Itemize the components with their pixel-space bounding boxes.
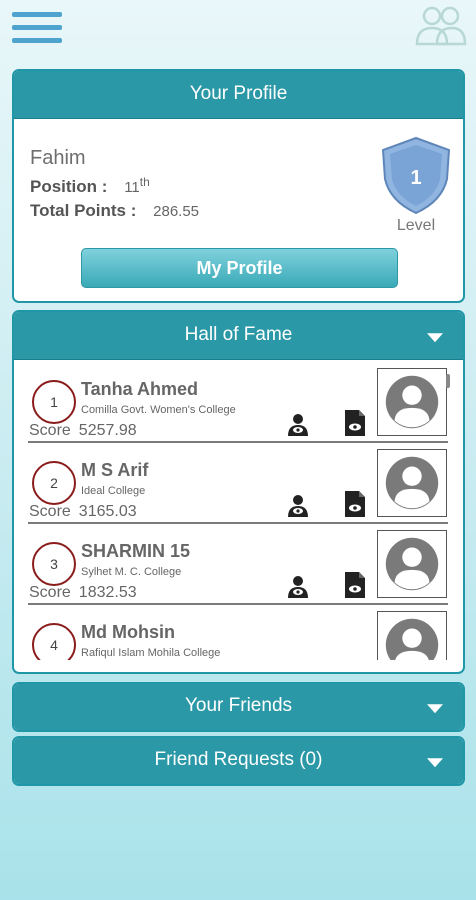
my-profile-button[interactable]: My Profile [81,248,398,288]
menu-line [12,12,62,17]
view-document-icon[interactable] [344,490,366,518]
user-score: Score 5257.98 [29,422,137,440]
user-score: Score 1832.53 [29,584,137,602]
user-name: Md Mohsin [81,622,175,642]
profile-name: Fahim [30,147,86,169]
score-label: Score [29,422,71,439]
view-document-icon[interactable] [344,409,366,437]
hamburger-menu-icon[interactable] [12,10,62,44]
user-college: Comilla Govt. Women's College [81,404,236,416]
friend-requests-title: Friend Requests (0) [154,749,323,770]
view-user-icon[interactable] [287,494,309,518]
level-value: 1 [410,167,421,189]
view-user-icon[interactable] [287,413,309,437]
view-document-icon[interactable] [344,571,366,599]
score-value: 3165.03 [78,503,137,520]
score-value: 5257.98 [78,422,137,439]
hall-of-fame-card: Hall of Fame 1 Tanha Ahmed Comilla Govt. W… [12,310,465,674]
user-name: M S Arif [81,460,149,480]
position-value: 11th [124,175,150,196]
user-name: SHARMIN 15 [81,541,191,561]
scrollbar-thumb[interactable] [446,374,450,388]
user-college: Ideal College [81,485,146,497]
view-user-icon[interactable] [287,575,309,599]
hall-of-fame-title: Hall of Fame [184,324,293,345]
points-row: Total Points : 286.55 [30,201,199,221]
menu-line [12,25,62,30]
chevron-down-icon [427,704,443,714]
top-bar [0,0,476,56]
rank-badge: 2 [32,461,76,505]
rank-badge: 4 [32,623,76,660]
user-name: Tanha Ahmed [81,379,199,399]
profile-card: Your Profile Fahim Position : 11th Total… [12,69,465,303]
position-row: Position : 11th [30,175,150,197]
avatar-placeholder-icon[interactable] [377,368,447,436]
chevron-down-icon [427,758,443,768]
hall-of-fame-row[interactable]: 1 Tanha Ahmed Comilla Govt. Women's Colleg… [14,362,463,443]
user-college: Rafiqul Islam Mohila College [81,647,221,659]
level-label: Level [396,217,436,234]
points-label: Total Points : [30,201,137,220]
friends-group-icon[interactable] [413,4,467,48]
points-value: 286.55 [153,203,200,220]
hall-of-fame-list[interactable]: 1 Tanha Ahmed Comilla Govt. Women's Colleg… [14,362,463,660]
level-shield-icon: 1 [381,136,451,215]
hall-of-fame-row[interactable]: 4 Md Mohsin Rafiqul Islam Mohila College [14,605,463,660]
friend-requests-header[interactable]: Friend Requests (0) [14,738,463,784]
avatar-placeholder-icon[interactable] [377,611,447,660]
user-college: Sylhet M. C. College [81,566,182,578]
profile-card-header: Your Profile [14,71,463,119]
friend-requests-card: Friend Requests (0) [12,736,465,786]
user-score: Score 3165.03 [29,503,137,521]
score-label: Score [29,584,71,601]
score-label: Score [29,503,71,520]
hall-of-fame-row[interactable]: 2M S Arif Ideal College Score 3165.03 [14,443,463,524]
friends-title: Your Friends [184,695,293,716]
hall-of-fame-header[interactable]: Hall of Fame [14,312,463,360]
menu-line [12,38,62,43]
position-label: Position : [30,177,108,196]
rank-badge: 1 [32,380,76,424]
avatar-placeholder-icon[interactable] [377,530,447,598]
friends-card: Your Friends [12,682,465,732]
chevron-down-icon [427,332,443,342]
avatar-placeholder-icon[interactable] [377,449,447,517]
rank-badge: 3 [32,542,76,586]
hall-of-fame-row[interactable]: 3 SHARMIN 15 Sylhet M. C. College Score 1832… [14,524,463,605]
score-value: 1832.53 [78,584,137,601]
friends-header[interactable]: Your Friends [14,684,463,730]
